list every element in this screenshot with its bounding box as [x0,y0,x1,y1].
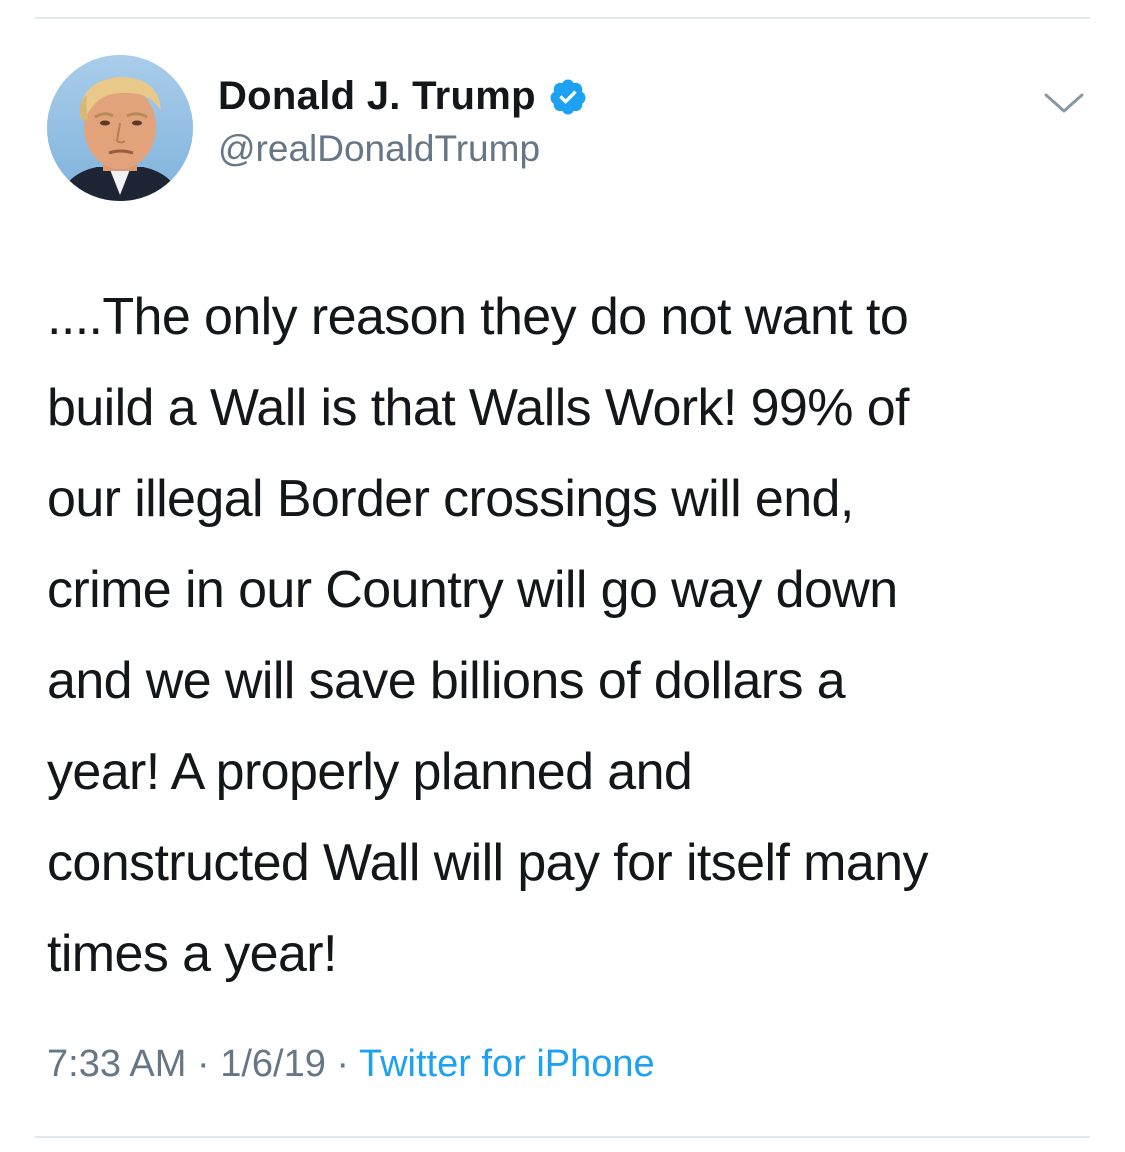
tweet-meta: 7:33 AM · 1/6/19 · Twitter for iPhone [47,1043,655,1086]
chevron-down-icon[interactable] [1042,89,1086,117]
avatar[interactable] [47,55,193,201]
tweet-text: ....The only reason they do not want to … [47,288,928,983]
tweet-date[interactable]: 1/6/19 [220,1043,326,1085]
author-display-name[interactable]: Donald J. Trump [218,74,536,119]
tweet-source-link[interactable]: Twitter for iPhone [359,1043,655,1085]
tweet-time[interactable]: 7:33 AM [47,1043,186,1085]
top-divider [35,17,1090,19]
author-name-row[interactable]: Donald J. Trump [218,74,588,119]
author-handle[interactable]: @realDonaldTrump [218,128,540,170]
avatar-photo [47,55,193,201]
verified-badge-icon [550,79,586,114]
meta-separator: · [186,1043,221,1085]
bottom-divider [35,1136,1090,1138]
meta-separator: · [325,1043,359,1085]
